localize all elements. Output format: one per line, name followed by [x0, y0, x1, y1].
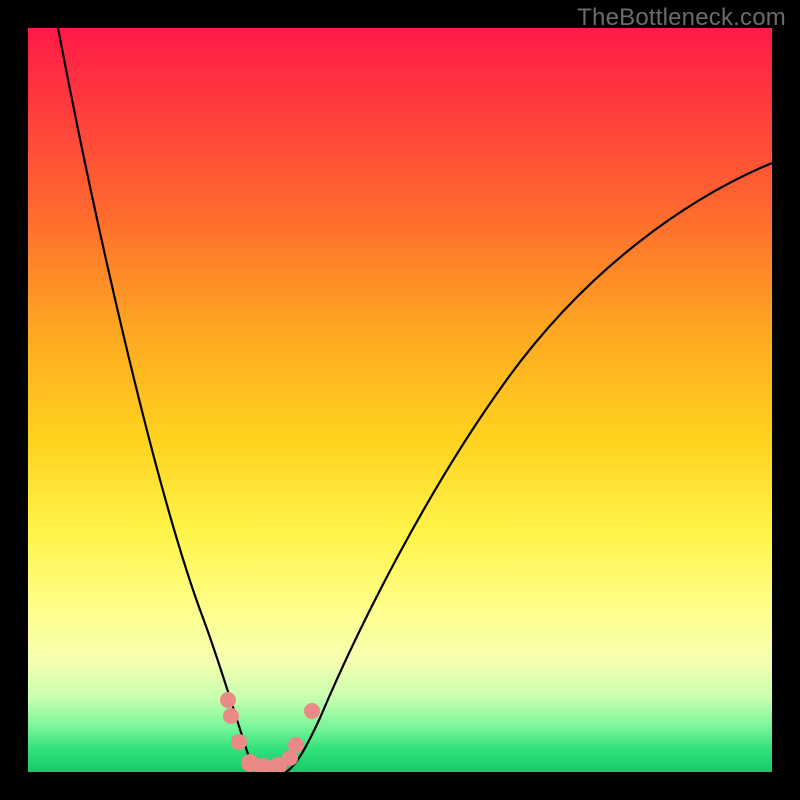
left-curve	[58, 28, 260, 772]
dot	[231, 734, 247, 750]
curve-layer	[28, 28, 772, 772]
dot	[223, 708, 239, 724]
watermark-text: TheBottleneck.com	[577, 4, 786, 32]
dot	[220, 692, 236, 708]
dot	[304, 703, 320, 719]
dot-cluster	[220, 692, 320, 772]
right-curve	[286, 163, 772, 772]
dot	[288, 737, 304, 753]
chart-frame: TheBottleneck.com	[0, 0, 800, 800]
plot-area	[28, 28, 772, 772]
